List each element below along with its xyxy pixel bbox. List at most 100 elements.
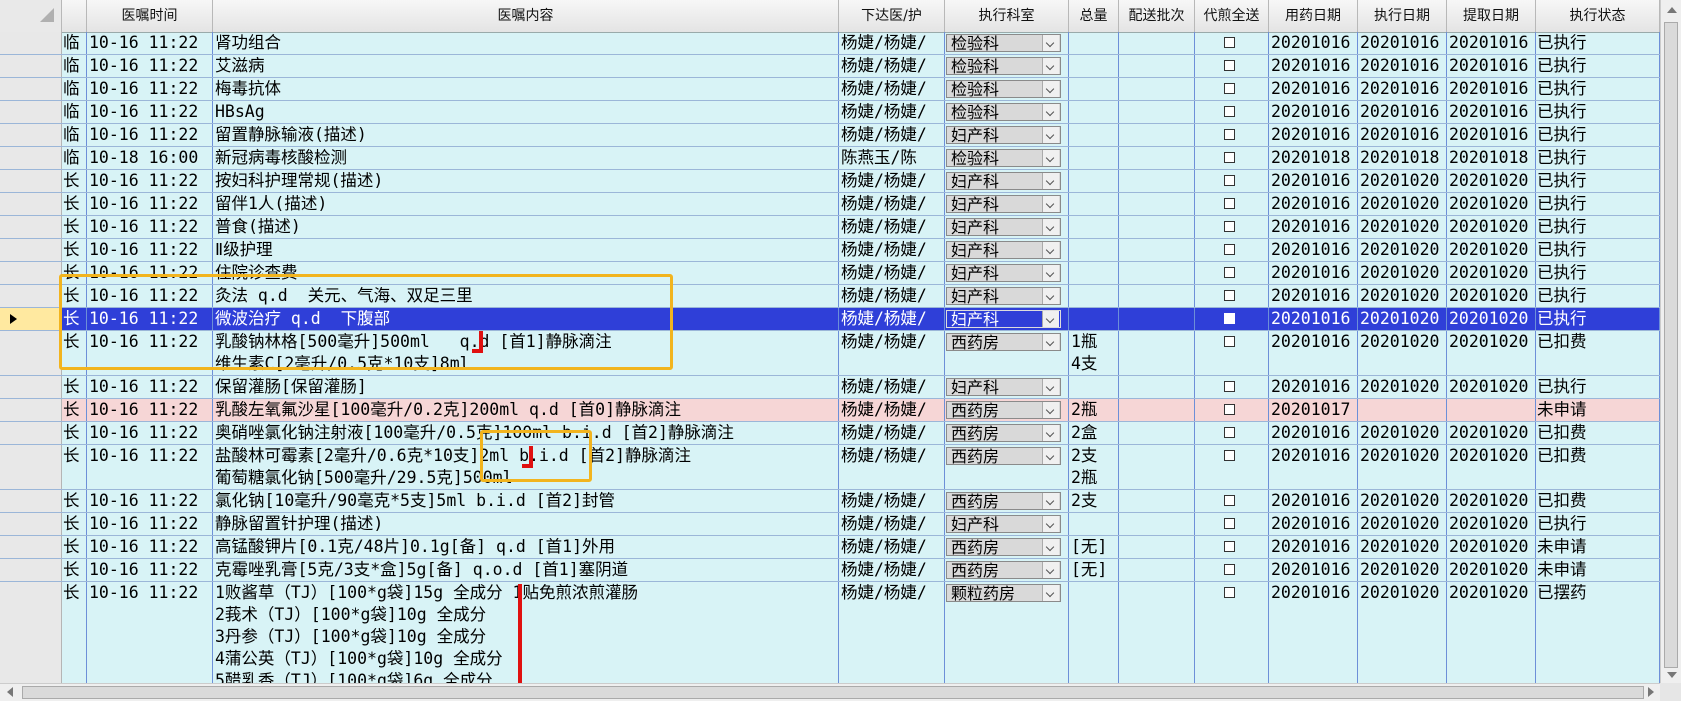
cell-take-date[interactable]: 20201020: [1447, 285, 1536, 307]
cell-content[interactable]: 留置静脉输液(描述): [213, 124, 839, 146]
cell-batch[interactable]: [1119, 193, 1195, 215]
dept-select[interactable]: 检验科: [946, 80, 1061, 99]
cell-dept[interactable]: 检验科: [945, 55, 1069, 77]
cell-dept[interactable]: 妇产科: [945, 308, 1069, 330]
cell-qty[interactable]: [1069, 376, 1119, 398]
cell-med-date[interactable]: 20201016: [1269, 239, 1358, 261]
cell-type[interactable]: 临: [62, 124, 87, 146]
cell-take-date[interactable]: 20201020: [1447, 262, 1536, 284]
dept-select[interactable]: 西药房: [946, 492, 1061, 511]
cell-status[interactable]: 已执行: [1536, 308, 1660, 330]
cell-status[interactable]: 未申请: [1536, 399, 1660, 421]
dept-select[interactable]: 西药房: [946, 333, 1061, 352]
dept-select[interactable]: 检验科: [946, 103, 1061, 122]
cell-doctor[interactable]: 杨婕/杨婕/: [839, 216, 945, 238]
cell-type[interactable]: 长: [62, 582, 87, 683]
cell-exec-date[interactable]: 20201020: [1358, 170, 1447, 192]
cell-time[interactable]: 10-16 11:22: [87, 101, 213, 123]
cell-qty[interactable]: 1瓶 4支: [1069, 331, 1119, 375]
cell-batch[interactable]: [1119, 490, 1195, 512]
cell-status[interactable]: 已执行: [1536, 55, 1660, 77]
chevron-down-icon[interactable]: [1042, 379, 1059, 395]
cell-time[interactable]: 10-16 11:22: [87, 170, 213, 192]
chevron-down-icon[interactable]: [1042, 81, 1059, 97]
cell-time[interactable]: 10-16 11:22: [87, 124, 213, 146]
order-row[interactable]: 长 10-16 11:22 Ⅱ级护理 杨婕/杨婕/妇产科 20201016 2020102…: [0, 239, 1660, 262]
cell-qty[interactable]: 2盒: [1069, 422, 1119, 444]
cell-type[interactable]: 临: [62, 78, 87, 100]
cell-content[interactable]: 肾功组合: [213, 32, 839, 54]
chevron-down-icon[interactable]: [1042, 104, 1059, 120]
vertical-scroll-thumb[interactable]: [1664, 22, 1678, 668]
cell-time[interactable]: 10-16 11:22: [87, 193, 213, 215]
chevron-down-icon[interactable]: [1042, 196, 1059, 212]
cell-dept[interactable]: 西药房: [945, 445, 1069, 489]
chevron-down-icon[interactable]: [1042, 219, 1059, 235]
cell-status[interactable]: 已执行: [1536, 32, 1660, 54]
cell-time[interactable]: 10-16 11:22: [87, 445, 213, 489]
cell-content[interactable]: 1败酱草（TJ）[100*g袋]15g 全成分 1贴免煎浓煎灌肠 2莪术（TJ）[…: [213, 582, 839, 683]
cell-dept[interactable]: 妇产科: [945, 376, 1069, 398]
dept-select[interactable]: 检验科: [946, 57, 1061, 76]
cell-time[interactable]: 10-16 11:22: [87, 78, 213, 100]
cell-batch[interactable]: [1119, 536, 1195, 558]
cell-doctor[interactable]: 杨婕/杨婕/: [839, 399, 945, 421]
cell-qty[interactable]: [1069, 513, 1119, 535]
column-header-content[interactable]: 医嘱内容: [213, 0, 839, 32]
row-header[interactable]: [0, 490, 62, 512]
cell-doctor[interactable]: 杨婕/杨婕/: [839, 239, 945, 261]
cell-type[interactable]: 长: [62, 422, 87, 444]
column-header-take-date[interactable]: 提取日期: [1447, 0, 1536, 32]
order-row[interactable]: 长 10-16 11:22 克霉唑乳膏[5克/3支*盒]5g[备] q.o.d [首…: [0, 559, 1660, 582]
cell-qty[interactable]: 2支 2瓶: [1069, 445, 1119, 489]
row-header[interactable]: [0, 101, 62, 123]
cell-decoct[interactable]: [1195, 422, 1269, 444]
cell-take-date[interactable]: 20201016: [1447, 101, 1536, 123]
row-header[interactable]: [0, 422, 62, 444]
cell-time[interactable]: 10-16 11:22: [87, 399, 213, 421]
column-header-status[interactable]: 执行状态: [1536, 0, 1660, 32]
cell-take-date[interactable]: 20201020: [1447, 193, 1536, 215]
cell-decoct[interactable]: [1195, 101, 1269, 123]
cell-status[interactable]: 已执行: [1536, 170, 1660, 192]
column-header-doctor[interactable]: 下达医/护: [839, 0, 945, 32]
cell-med-date[interactable]: 20201016: [1269, 582, 1358, 683]
cell-med-date[interactable]: 20201018: [1269, 147, 1358, 169]
column-header-qty[interactable]: 总量: [1069, 0, 1119, 32]
cell-dept[interactable]: 检验科: [945, 32, 1069, 54]
cell-type[interactable]: 长: [62, 170, 87, 192]
cell-med-date[interactable]: 20201016: [1269, 55, 1358, 77]
cell-exec-date[interactable]: 20201020: [1358, 285, 1447, 307]
order-row[interactable]: 长 10-16 11:22 留伴1人(描述) 杨婕/杨婕/妇产科 20201016 202…: [0, 193, 1660, 216]
decoct-checkbox[interactable]: [1224, 37, 1235, 48]
cell-qty[interactable]: [1069, 124, 1119, 146]
dept-select[interactable]: 妇产科: [946, 172, 1061, 191]
cell-content[interactable]: 新冠病毒核酸检测: [213, 147, 839, 169]
row-header[interactable]: [0, 262, 62, 284]
cell-med-date[interactable]: 20201016: [1269, 285, 1358, 307]
cell-med-date[interactable]: 20201016: [1269, 376, 1358, 398]
cell-take-date[interactable]: 20201020: [1447, 536, 1536, 558]
cell-exec-date[interactable]: 20201020: [1358, 582, 1447, 683]
cell-qty[interactable]: [1069, 285, 1119, 307]
cell-med-date[interactable]: 20201016: [1269, 331, 1358, 375]
row-header[interactable]: [0, 445, 62, 489]
cell-take-date[interactable]: 20201020: [1447, 170, 1536, 192]
column-header-dept[interactable]: 执行科室: [945, 0, 1069, 32]
cell-time[interactable]: 10-16 11:22: [87, 216, 213, 238]
cell-take-date[interactable]: 20201020: [1447, 239, 1536, 261]
cell-batch[interactable]: [1119, 239, 1195, 261]
order-row[interactable]: 临 10-18 16:00 新冠病毒核酸检测 陈燕玉/陈 检验科 20201018 2020…: [0, 147, 1660, 170]
cell-decoct[interactable]: [1195, 582, 1269, 683]
decoct-checkbox[interactable]: [1224, 564, 1235, 575]
cell-exec-date[interactable]: 20201020: [1358, 513, 1447, 535]
cell-med-date[interactable]: 20201016: [1269, 490, 1358, 512]
dept-select[interactable]: 西药房: [946, 401, 1061, 420]
cell-batch[interactable]: [1119, 262, 1195, 284]
decoct-checkbox[interactable]: [1224, 290, 1235, 301]
row-header[interactable]: [0, 559, 62, 581]
cell-dept[interactable]: 妇产科: [945, 285, 1069, 307]
cell-doctor[interactable]: 杨婕/杨婕/: [839, 513, 945, 535]
cell-decoct[interactable]: [1195, 55, 1269, 77]
dept-select[interactable]: 西药房: [946, 538, 1061, 557]
